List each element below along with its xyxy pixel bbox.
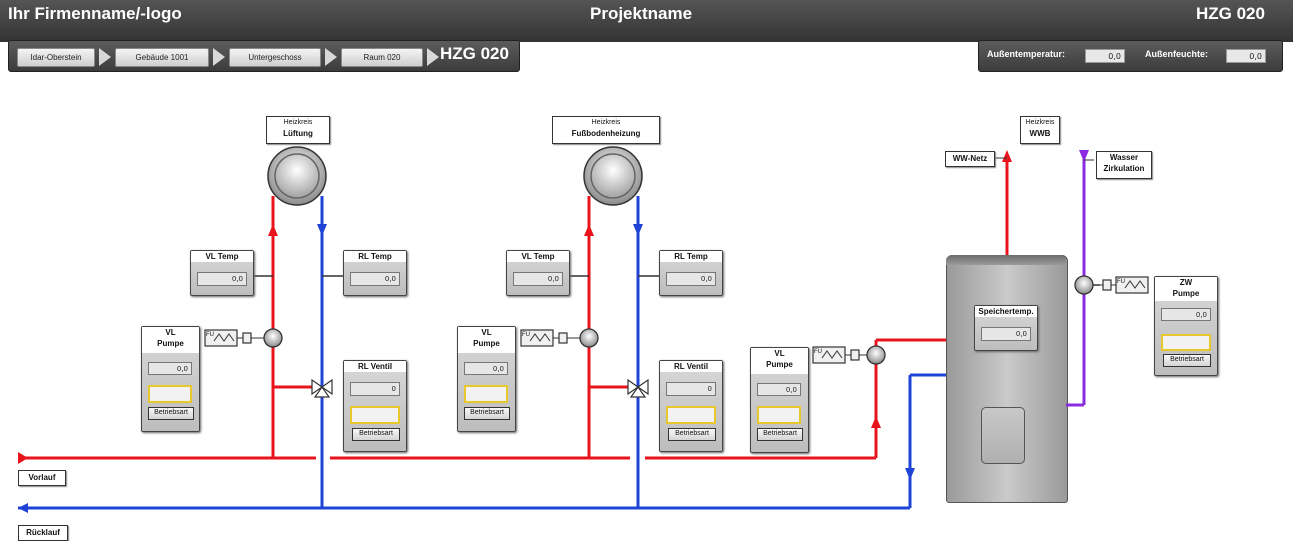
- rl-temp-value: 0,0: [350, 272, 400, 286]
- pump-status-indicator: [757, 406, 801, 424]
- rl-temp-value: 0,0: [666, 272, 716, 286]
- vl-temp-value: 0,0: [513, 272, 563, 286]
- rl-temp-label: RL Temp: [344, 251, 406, 262]
- storage-temp-label: Speichertemp.: [975, 306, 1037, 317]
- pump-mode-button[interactable]: Betriebsart: [464, 407, 510, 420]
- fu-label: FU: [206, 332, 214, 338]
- circuit-name: Fußbodenheizung: [571, 129, 641, 138]
- vl-temp-label: VL Temp: [507, 251, 569, 262]
- pump-label: VL Pumpe: [751, 348, 808, 374]
- pump-value: 0,0: [757, 383, 801, 396]
- rl-temp-label: RL Temp: [660, 251, 722, 262]
- vl-temp-label: VL Temp: [191, 251, 253, 262]
- pump-status-indicator: [148, 385, 192, 403]
- pump-status-indicator: [464, 385, 508, 403]
- ruecklauf-label: Rücklauf: [18, 525, 68, 541]
- pump-label: VL Pumpe: [142, 327, 199, 353]
- circuit-name: Lüftung: [283, 129, 313, 138]
- circuit-label-lueftung: Heizkreis Lüftung: [266, 116, 330, 144]
- rl-ventil-panel-2[interactable]: RL Ventil 0 Betriebsart: [659, 360, 723, 452]
- ww-netz-label: WW-Netz: [945, 151, 995, 167]
- vl-temp-panel-2[interactable]: VL Temp 0,0: [506, 250, 570, 296]
- storage-temp-value: 0,0: [981, 327, 1031, 341]
- pump-mode-button[interactable]: Betriebsart: [1163, 354, 1211, 367]
- valve-label: RL Ventil: [660, 361, 722, 372]
- storage-pumpe-panel[interactable]: VL Pumpe 0,0 Betriebsart: [750, 347, 809, 453]
- valve-status-indicator: [350, 406, 400, 424]
- rl-temp-panel-2[interactable]: RL Temp 0,0: [659, 250, 723, 296]
- circuit-small-label: Heizkreis: [591, 119, 621, 126]
- wasser-zirkulation-label: Wasser Zirkulation: [1096, 151, 1152, 179]
- vl-pumpe-panel-2[interactable]: VL Pumpe 0,0 Betriebsart: [457, 326, 516, 432]
- pump-status-indicator: [1161, 334, 1211, 351]
- circuit-label-fussbodenheizung: Heizkreis Fußbodenheizung: [552, 116, 660, 144]
- pump-mode-button[interactable]: Betriebsart: [148, 407, 194, 420]
- circuit-small-label: Heizkreis: [1025, 119, 1055, 126]
- pump-label: ZW Pumpe: [1155, 277, 1217, 301]
- valve-label: RL Ventil: [344, 361, 406, 372]
- zw-pumpe-panel[interactable]: ZW Pumpe 0,0 Betriebsart: [1154, 276, 1218, 376]
- fu-label: FU: [522, 332, 530, 338]
- pump-value: 0,0: [148, 362, 192, 375]
- storage-temp-panel[interactable]: Speichertemp. 0,0: [974, 305, 1038, 351]
- fu-label: FU: [814, 349, 822, 355]
- pump-label: VL Pumpe: [458, 327, 515, 353]
- valve-value: 0: [666, 382, 716, 396]
- circuit-name: WWB: [1029, 129, 1051, 138]
- valve-mode-button[interactable]: Betriebsart: [668, 428, 716, 441]
- rl-temp-panel-1[interactable]: RL Temp 0,0: [343, 250, 407, 296]
- vl-temp-panel-1[interactable]: VL Temp 0,0: [190, 250, 254, 296]
- pump-mode-button[interactable]: Betriebsart: [757, 428, 803, 441]
- pump-value: 0,0: [1161, 308, 1211, 321]
- valve-value: 0: [350, 382, 400, 396]
- rl-ventil-panel-1[interactable]: RL Ventil 0 Betriebsart: [343, 360, 407, 452]
- vl-temp-value: 0,0: [197, 272, 247, 286]
- vorlauf-label: Vorlauf: [18, 470, 66, 486]
- fu-label: FU: [1117, 279, 1125, 285]
- circuit-small-label: Heizkreis: [283, 119, 313, 126]
- valve-mode-button[interactable]: Betriebsart: [352, 428, 400, 441]
- pump-value: 0,0: [464, 362, 508, 375]
- valve-status-indicator: [666, 406, 716, 424]
- vl-pumpe-panel-1[interactable]: VL Pumpe 0,0 Betriebsart: [141, 326, 200, 432]
- circuit-label-wwb: Heizkreis WWB: [1020, 116, 1060, 144]
